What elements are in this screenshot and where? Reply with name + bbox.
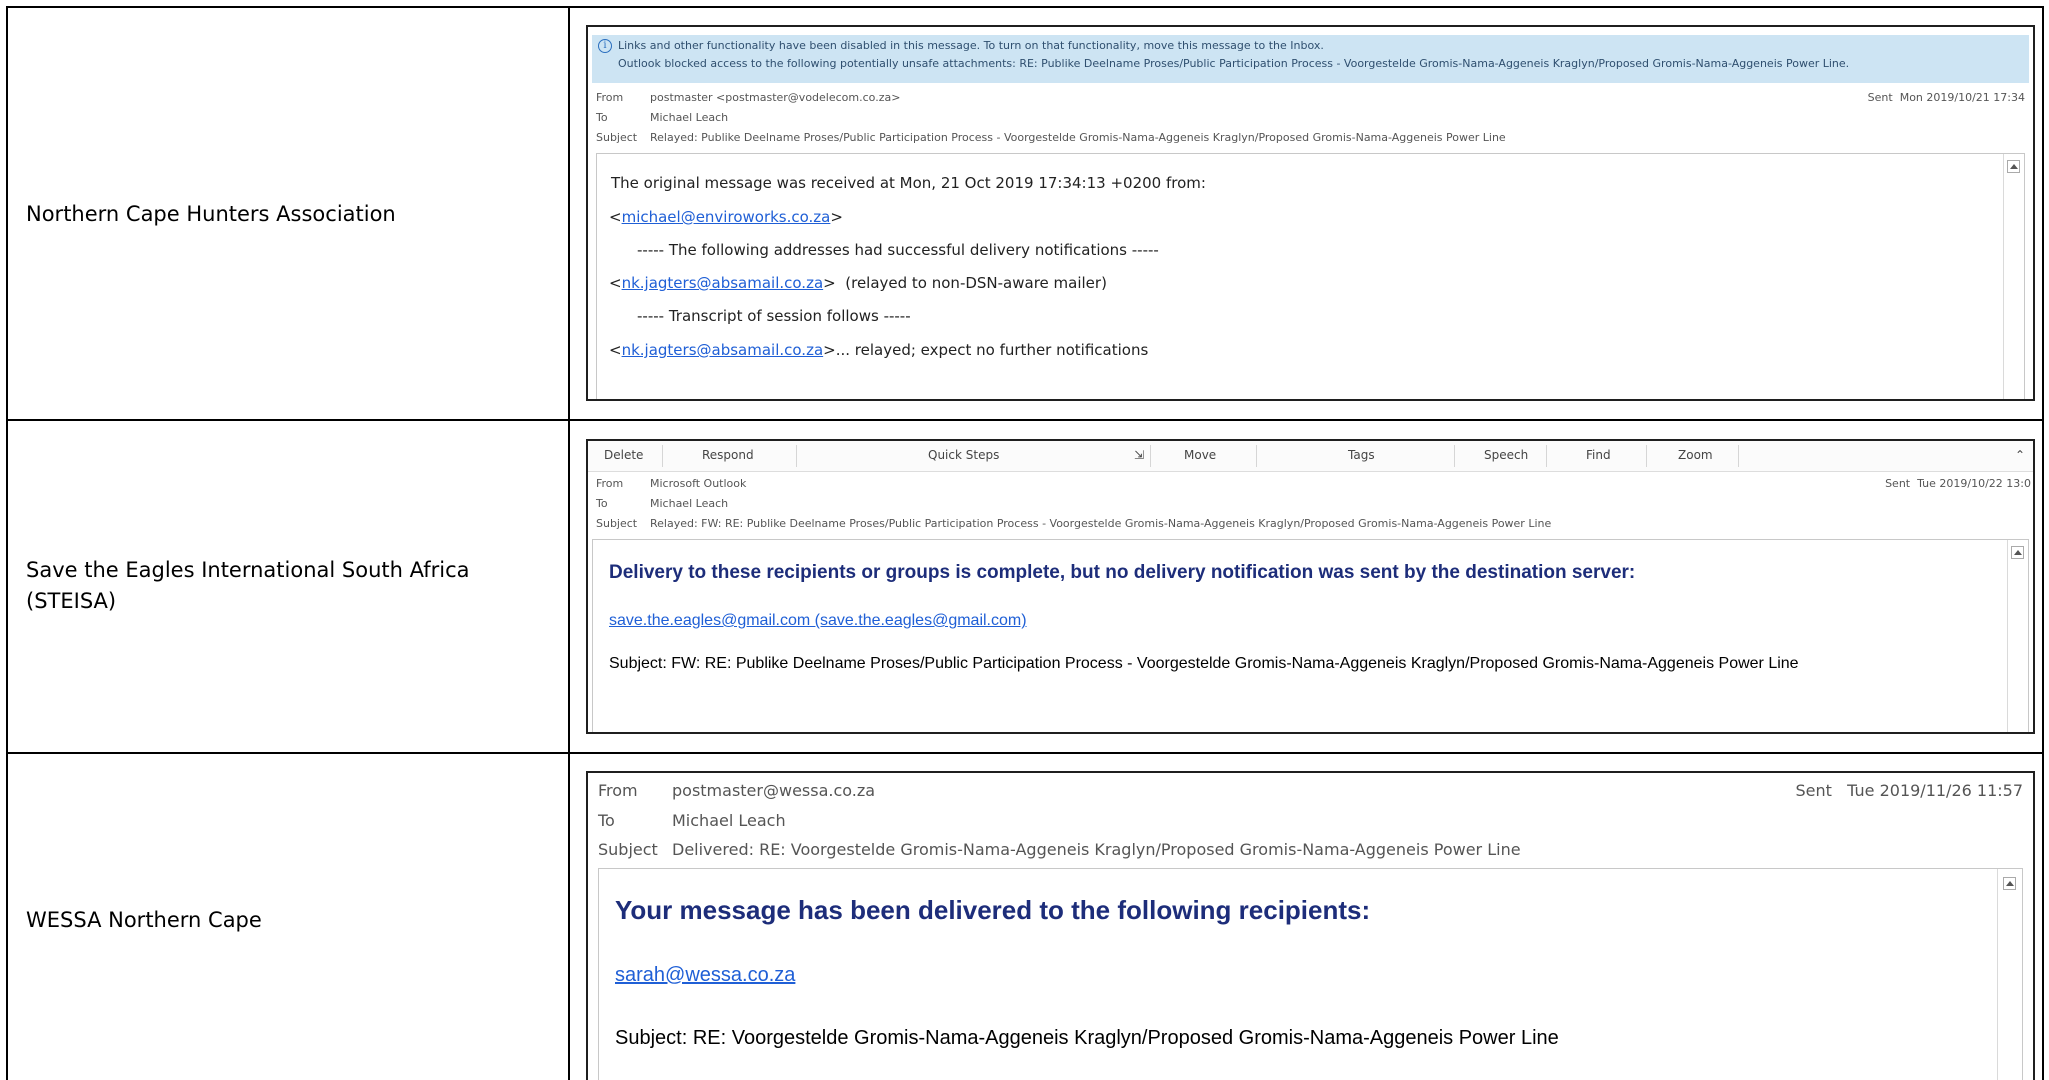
to-label: To xyxy=(596,111,608,124)
ribbon-quick-steps[interactable]: Quick Steps xyxy=(928,448,999,462)
column-divider xyxy=(568,6,570,1080)
email-screenshot-1: i Links and other functionality have bee… xyxy=(586,25,2035,401)
ribbon: Delete Respond Quick Steps ⇲ Move Tags S… xyxy=(588,441,2033,472)
row-divider-2 xyxy=(6,752,2044,754)
info-line: Outlook blocked access to the following … xyxy=(618,57,1850,70)
subject-line: Subject: RE: Voorgestelde Gromis-Nama-Ag… xyxy=(615,1027,1559,1049)
body-line: ----- The following addresses had succes… xyxy=(637,241,1159,259)
from-label: From xyxy=(596,91,624,104)
sender-link[interactable]: michael@enviroworks.co.za xyxy=(622,208,831,226)
recipient-link[interactable]: save.the.eagles@gmail.com (save.the.eagl… xyxy=(609,612,1027,630)
sent-value: Sent Mon 2019/10/21 17:34 xyxy=(1867,91,2025,104)
subject-row: Subject Relayed: FW: RE: Publike Deelnam… xyxy=(596,517,2025,535)
from-label: From xyxy=(598,781,638,800)
recipient-link[interactable]: nk.jagters@absamail.co.za xyxy=(622,274,824,292)
subject-label: Subject xyxy=(598,840,658,859)
email-screenshot-3: From postmaster@wessa.co.za Sent Tue 201… xyxy=(586,771,2035,1080)
from-value: Microsoft Outlook xyxy=(650,477,747,490)
to-value: Michael Leach xyxy=(672,811,786,830)
delivery-heading: Your message has been delivered to the f… xyxy=(615,895,1371,925)
table-border-top xyxy=(6,6,2044,8)
recipient-link[interactable]: sarah@wessa.co.za xyxy=(615,964,795,987)
from-row: From Microsoft Outlook Sent Tue 2019/10/… xyxy=(596,477,2031,495)
ribbon-respond[interactable]: Respond xyxy=(702,448,754,462)
table-border-left xyxy=(6,6,8,1080)
ribbon-move[interactable]: Move xyxy=(1184,448,1216,462)
to-value: Michael Leach xyxy=(650,497,729,510)
to-value: Michael Leach xyxy=(650,111,729,124)
scroll-up-icon[interactable] xyxy=(2011,546,2024,559)
recipient-link[interactable]: nk.jagters@absamail.co.za xyxy=(622,341,824,359)
message-body: Delivery to these recipients or groups i… xyxy=(592,539,2029,732)
subject-line: Subject: FW: RE: Publike Deelname Proses… xyxy=(609,655,1799,672)
table-border-right xyxy=(2042,6,2044,1080)
to-label: To xyxy=(596,497,608,510)
ribbon-speech[interactable]: Speech xyxy=(1484,448,1528,462)
from-row: From postmaster@wessa.co.za Sent Tue 201… xyxy=(598,781,2023,803)
subject-row: Subject Relayed: Publike Deelname Proses… xyxy=(596,131,2025,149)
organisation-name: WESSA Northern Cape xyxy=(26,908,262,932)
row-divider-1 xyxy=(6,419,2044,421)
body-line: ----- Transcript of session follows ----… xyxy=(637,307,911,325)
scroll-up-icon[interactable] xyxy=(2007,160,2020,173)
organisation-name: Save the Eagles International South Afri… xyxy=(26,558,470,613)
message-body: Your message has been delivered to the f… xyxy=(598,868,2023,1080)
sent-value: Sent Tue 2019/10/22 13:0 xyxy=(1885,477,2031,490)
body-line: <michael@enviroworks.co.za> xyxy=(609,208,843,226)
to-label: To xyxy=(598,811,615,830)
body-line: The original message was received at Mon… xyxy=(611,174,1206,192)
ribbon-zoom[interactable]: Zoom xyxy=(1678,448,1713,462)
body-line: <nk.jagters@absamail.co.za> (relayed to … xyxy=(609,274,1107,292)
from-row: From postmaster <postmaster@vodelecom.co… xyxy=(596,91,2025,109)
ribbon-tags[interactable]: Tags xyxy=(1348,448,1375,462)
email-screenshot-2: Delete Respond Quick Steps ⇲ Move Tags S… xyxy=(586,439,2035,734)
expand-icon[interactable]: ⇲ xyxy=(1134,448,1144,462)
ribbon-delete[interactable]: Delete xyxy=(604,448,643,462)
from-label: From xyxy=(596,477,624,490)
from-value: postmaster@wessa.co.za xyxy=(672,781,876,800)
subject-value: Delivered: RE: Voorgestelde Gromis-Nama-… xyxy=(672,840,1521,859)
body-line: <nk.jagters@absamail.co.za>... relayed; … xyxy=(609,341,1149,359)
info-bar: i Links and other functionality have bee… xyxy=(592,35,2029,83)
subject-value: Relayed: FW: RE: Publike Deelname Proses… xyxy=(650,517,1552,530)
to-row: To Michael Leach xyxy=(596,111,2025,129)
scrollbar[interactable] xyxy=(2003,154,2024,399)
message-body: The original message was received at Mon… xyxy=(596,153,2025,399)
from-value: postmaster <postmaster@vodelecom.co.za> xyxy=(650,91,901,104)
collapse-ribbon-icon[interactable]: ⌃ xyxy=(2015,448,2025,462)
info-line: Links and other functionality have been … xyxy=(618,39,1324,52)
subject-value: Relayed: Publike Deelname Proses/Public … xyxy=(650,131,1506,144)
subject-row: Subject Delivered: RE: Voorgestelde Grom… xyxy=(598,840,2023,862)
sent-value: Sent Tue 2019/11/26 11:57 xyxy=(1795,781,2023,800)
to-row: To Michael Leach xyxy=(596,497,2025,515)
to-row: To Michael Leach xyxy=(598,811,2023,833)
scroll-up-icon[interactable] xyxy=(2003,877,2016,890)
ribbon-find[interactable]: Find xyxy=(1586,448,1611,462)
subject-label: Subject xyxy=(596,517,638,530)
scrollbar[interactable] xyxy=(2007,540,2028,732)
delivery-heading: Delivery to these recipients or groups i… xyxy=(609,562,1636,583)
subject-label: Subject xyxy=(596,131,638,144)
scrollbar[interactable] xyxy=(1997,869,2022,1080)
info-icon: i xyxy=(598,39,612,53)
organisation-name: Northern Cape Hunters Association xyxy=(26,202,396,226)
